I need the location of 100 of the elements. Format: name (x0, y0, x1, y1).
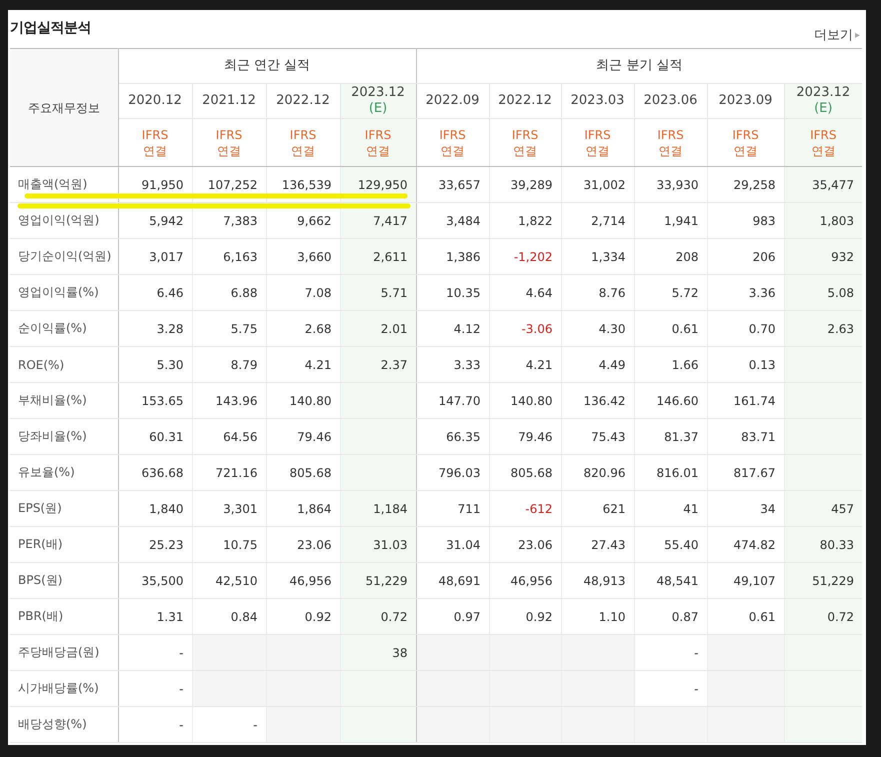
value-cell: 161.74 (707, 382, 784, 418)
value-cell: 147.70 (416, 382, 490, 418)
value-cell: 51,229 (340, 562, 416, 598)
value-cell: 4.12 (416, 310, 490, 346)
value-cell: 6,163 (192, 238, 266, 274)
basis-header: IFRS 연결 (416, 118, 490, 166)
value-cell: 31.04 (416, 526, 490, 562)
value-cell: 206 (707, 238, 784, 274)
period-header: 2022.12 (489, 84, 562, 118)
value-cell: 621 (561, 490, 634, 526)
value-cell: 5.72 (634, 274, 708, 310)
value-cell: - (118, 706, 192, 742)
value-cell: -1,202 (489, 238, 562, 274)
value-cell: 0.84 (192, 598, 266, 634)
period-header: 2023.06 (634, 84, 708, 118)
value-cell: 820.96 (561, 454, 634, 490)
value-cell: 1,822 (489, 202, 562, 238)
value-cell: 457 (784, 490, 862, 526)
value-cell: 805.68 (266, 454, 340, 490)
value-cell: 146.60 (634, 382, 708, 418)
value-cell: 5.75 (192, 310, 266, 346)
value-cell: 2,714 (561, 202, 634, 238)
row-label: EPS(원) (10, 490, 118, 526)
basis-header: IFRS 연결 (118, 118, 192, 166)
value-cell: 3.28 (118, 310, 192, 346)
value-cell: - (634, 670, 708, 706)
value-cell: 55.40 (634, 526, 708, 562)
value-cell: 4.21 (266, 346, 340, 382)
value-cell: 2.37 (340, 346, 416, 382)
value-cell: 34 (707, 490, 784, 526)
value-cell: 33,930 (634, 166, 708, 202)
value-cell: -612 (489, 490, 562, 526)
value-cell: 932 (784, 238, 862, 274)
value-cell: 1.10 (561, 598, 634, 634)
value-cell: 0.13 (707, 346, 784, 382)
basis-header: IFRS 연결 (707, 118, 784, 166)
value-cell: 25.23 (118, 526, 192, 562)
value-cell: 5.08 (784, 274, 862, 310)
value-cell: 1,864 (266, 490, 340, 526)
value-cell: 75.43 (561, 418, 634, 454)
value-cell: 79.46 (489, 418, 562, 454)
row-label: PER(배) (10, 526, 118, 562)
period-header: 2022.09 (416, 84, 490, 118)
basis-header: IFRS 연결 (266, 118, 340, 166)
value-cell: 5.30 (118, 346, 192, 382)
value-cell: 1,386 (416, 238, 490, 274)
value-cell: 143.96 (192, 382, 266, 418)
row-label: BPS(원) (10, 562, 118, 598)
period-header: 2022.12 (266, 84, 340, 118)
basis-header: IFRS 연결 (192, 118, 266, 166)
value-cell: 4.21 (489, 346, 562, 382)
value-cell: 35,500 (118, 562, 192, 598)
value-cell: 711 (416, 490, 490, 526)
value-cell: 2,611 (340, 238, 416, 274)
value-cell: 721.16 (192, 454, 266, 490)
value-cell: 0.92 (489, 598, 562, 634)
value-cell: 1,803 (784, 202, 862, 238)
value-cell: 4.64 (489, 274, 562, 310)
value-cell: - (634, 634, 708, 670)
basis-header: IFRS 연결 (634, 118, 708, 166)
value-cell: 23.06 (489, 526, 562, 562)
row-label: 당기순이익(억원) (10, 238, 118, 274)
value-cell: 29,258 (707, 166, 784, 202)
value-cell: 7.08 (266, 274, 340, 310)
more-link[interactable]: 더보기▸ (814, 26, 860, 44)
group-header: 최근 분기 실적 (416, 48, 862, 84)
value-cell: 3,017 (118, 238, 192, 274)
value-cell: - (192, 706, 266, 742)
value-cell: 983 (707, 202, 784, 238)
period-header: 2023.12 (E) (784, 84, 862, 118)
value-cell: 136.42 (561, 382, 634, 418)
value-cell: - (118, 634, 192, 670)
value-cell: 3,301 (192, 490, 266, 526)
value-cell: 3.33 (416, 346, 490, 382)
value-cell: 39,289 (489, 166, 562, 202)
value-cell: 46,956 (489, 562, 562, 598)
basis-header: IFRS 연결 (784, 118, 862, 166)
period-header: 2023.09 (707, 84, 784, 118)
value-cell: 10.75 (192, 526, 266, 562)
value-cell: 474.82 (707, 526, 784, 562)
basis-header: IFRS 연결 (340, 118, 416, 166)
value-cell: 49,107 (707, 562, 784, 598)
value-cell: 4.49 (561, 346, 634, 382)
row-label: 배당성향(%) (10, 706, 118, 742)
header-cell: 주요재무정보 (10, 48, 118, 166)
value-cell: 1,334 (561, 238, 634, 274)
value-cell: 64.56 (192, 418, 266, 454)
value-cell: 0.70 (707, 310, 784, 346)
value-cell: -3.06 (489, 310, 562, 346)
value-cell: 1,941 (634, 202, 708, 238)
value-cell: 817.67 (707, 454, 784, 490)
value-cell: 5.71 (340, 274, 416, 310)
value-cell: 208 (634, 238, 708, 274)
value-cell: 60.31 (118, 418, 192, 454)
value-cell: 6.88 (192, 274, 266, 310)
value-cell: 80.33 (784, 526, 862, 562)
value-cell: 31,002 (561, 166, 634, 202)
value-cell: 1,840 (118, 490, 192, 526)
value-cell: 3.36 (707, 274, 784, 310)
value-cell: 66.35 (416, 418, 490, 454)
